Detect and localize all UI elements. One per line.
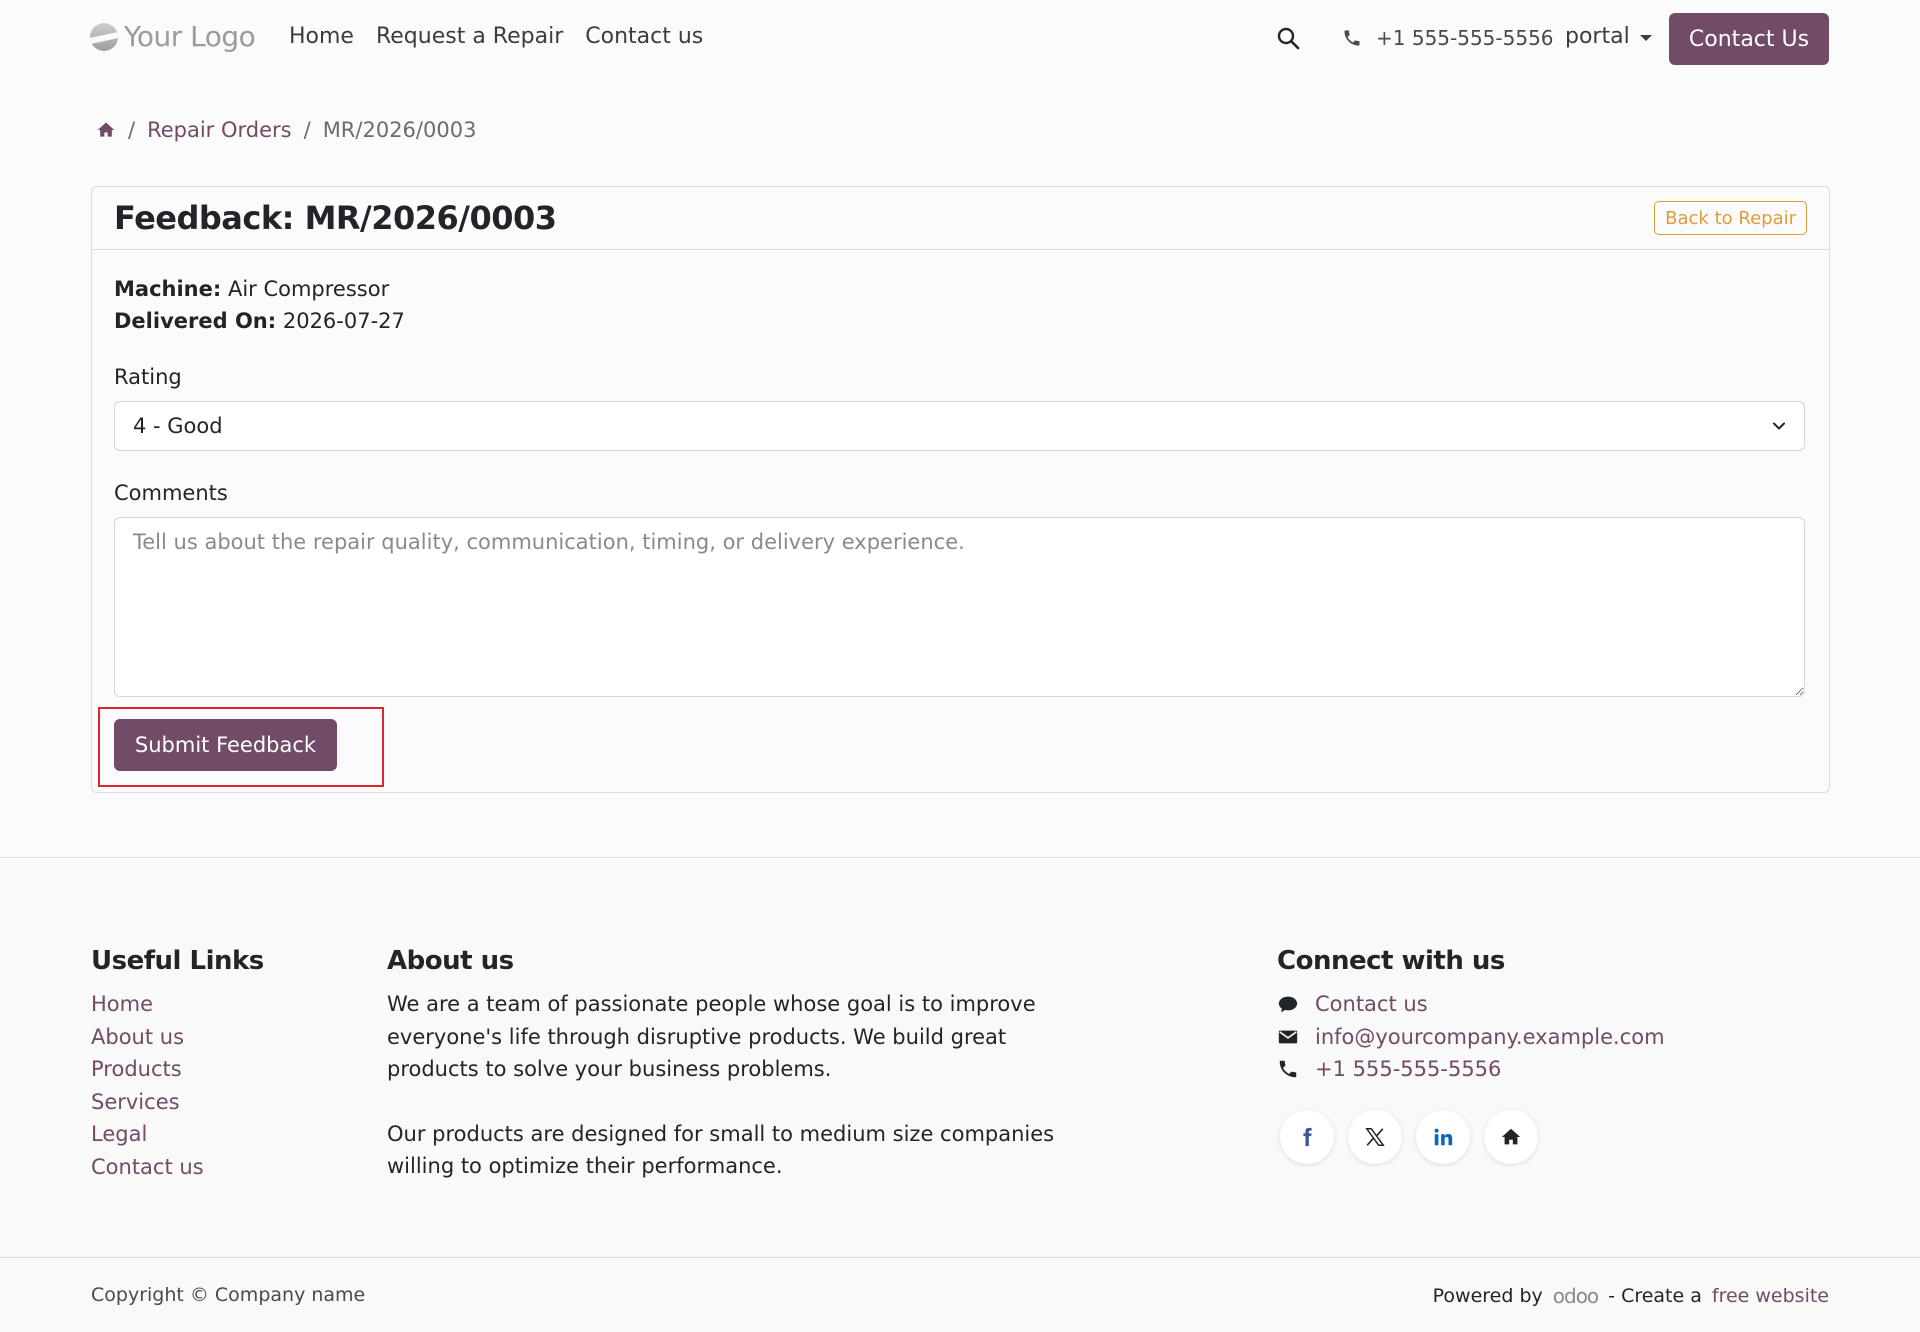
connect-phone-row: +1 555-555-5556 [1277, 1053, 1665, 1086]
user-menu[interactable]: portal [1565, 24, 1652, 49]
page-title: Feedback: MR/2026/0003 [114, 199, 557, 237]
footer-bottom: Copyright © Company name Powered by odoo… [0, 1257, 1920, 1332]
site-header: Your Logo Home Request a Repair Contact … [0, 0, 1920, 78]
connect-contact-row: Contact us [1277, 988, 1665, 1021]
comment-icon [1278, 996, 1298, 1013]
x-twitter-icon [1365, 1128, 1385, 1146]
machine-label: Machine: [114, 277, 222, 301]
connect-phone-link[interactable]: +1 555-555-5556 [1315, 1053, 1501, 1086]
connect-email-row: info@yourcompany.example.com [1277, 1021, 1665, 1054]
home-icon [1501, 1128, 1521, 1145]
logo-text: Your Logo [124, 20, 256, 53]
footer-link-products[interactable]: Products [91, 1053, 264, 1086]
footer-link-services[interactable]: Services [91, 1086, 264, 1119]
create-prefix: - Create a [1608, 1285, 1702, 1307]
envelope-icon [1278, 1030, 1298, 1044]
facebook-icon [1303, 1127, 1312, 1147]
footer-useful-links: Useful Links Home About us Products Serv… [91, 946, 264, 1183]
connect-email-link[interactable]: info@yourcompany.example.com [1315, 1021, 1665, 1054]
free-website-link[interactable]: free website [1712, 1285, 1829, 1307]
about-paragraph-1: We are a team of passionate people whose… [387, 992, 1036, 1081]
header-phone[interactable]: +1 555-555-5556 [1342, 26, 1554, 50]
repair-meta: Machine: Air Compressor Delivered On: 20… [114, 273, 405, 337]
rating-label: Rating [114, 365, 182, 389]
machine-value: Air Compressor [227, 277, 390, 301]
footer-link-legal[interactable]: Legal [91, 1118, 264, 1151]
connect-title: Connect with us [1277, 946, 1505, 976]
footer-link-about[interactable]: About us [91, 1021, 264, 1054]
breadcrumb: / Repair Orders / MR/2026/0003 [96, 118, 476, 142]
user-menu-label: portal [1565, 24, 1630, 49]
breadcrumb-separator: / [303, 118, 311, 142]
phone-icon [1344, 30, 1360, 46]
breadcrumb-separator: / [128, 118, 136, 142]
social-home[interactable] [1484, 1110, 1538, 1164]
logo-icon [90, 22, 118, 51]
linkedin-icon [1434, 1128, 1453, 1146]
contact-us-button[interactable]: Contact Us [1669, 13, 1829, 65]
delivered-value: 2026-07-27 [282, 309, 405, 333]
delivered-label: Delivered On: [114, 309, 277, 333]
card-header: Feedback: MR/2026/0003 Back to Repair [92, 187, 1829, 250]
logo-link[interactable]: Your Logo [90, 20, 256, 53]
nav-home[interactable]: Home [289, 24, 354, 49]
social-facebook[interactable] [1280, 1110, 1334, 1164]
useful-links-title: Useful Links [91, 946, 264, 976]
footer-link-home[interactable]: Home [91, 988, 264, 1021]
copyright: Copyright © Company name [91, 1284, 366, 1306]
social-links [1280, 1110, 1538, 1164]
caret-down-icon [1639, 34, 1652, 41]
rating-selected-value: 4 - Good [133, 414, 223, 438]
nav-contact[interactable]: Contact us [585, 24, 703, 49]
delivered-row: Delivered On: 2026-07-27 [114, 305, 405, 337]
about-title: About us [387, 946, 514, 976]
feedback-card: Feedback: MR/2026/0003 Back to Repair Ma… [91, 186, 1830, 793]
rating-select[interactable]: 4 - Good [114, 401, 1805, 451]
footer-link-contact[interactable]: Contact us [91, 1151, 264, 1184]
comments-label: Comments [114, 481, 228, 505]
breadcrumb-current: MR/2026/0003 [322, 118, 477, 142]
social-linkedin[interactable] [1416, 1110, 1470, 1164]
home-icon[interactable] [96, 120, 116, 140]
comments-textarea[interactable] [114, 517, 1805, 697]
search-icon[interactable] [1276, 26, 1300, 50]
footer-about: About us We are a team of passionate peo… [387, 946, 1087, 1215]
about-paragraph-2: Our products are designed for small to m… [387, 1121, 1055, 1179]
chevron-down-icon [1773, 422, 1785, 430]
powered-by: Powered by odoo - Create a free website [1433, 1284, 1829, 1308]
page: Your Logo Home Request a Repair Contact … [0, 0, 1920, 1332]
connect-contact-link[interactable]: Contact us [1315, 988, 1428, 1021]
breadcrumb-repair-orders[interactable]: Repair Orders [147, 118, 292, 142]
phone-icon [1279, 1061, 1297, 1078]
footer-connect: Connect with us Contact us info@yourcomp… [1277, 946, 1665, 1086]
machine-row: Machine: Air Compressor [114, 273, 405, 305]
submit-feedback-button[interactable]: Submit Feedback [114, 719, 337, 771]
powered-by-label: Powered by [1432, 1285, 1543, 1307]
odoo-logo[interactable]: odoo [1553, 1284, 1599, 1308]
nav-request-repair[interactable]: Request a Repair [376, 24, 563, 49]
main-nav: Home Request a Repair Contact us [289, 24, 703, 49]
social-x[interactable] [1348, 1110, 1402, 1164]
site-footer: Useful Links Home About us Products Serv… [0, 857, 1920, 1258]
back-to-repair-button[interactable]: Back to Repair [1654, 201, 1807, 235]
header-phone-number: +1 555-555-5556 [1376, 26, 1554, 50]
